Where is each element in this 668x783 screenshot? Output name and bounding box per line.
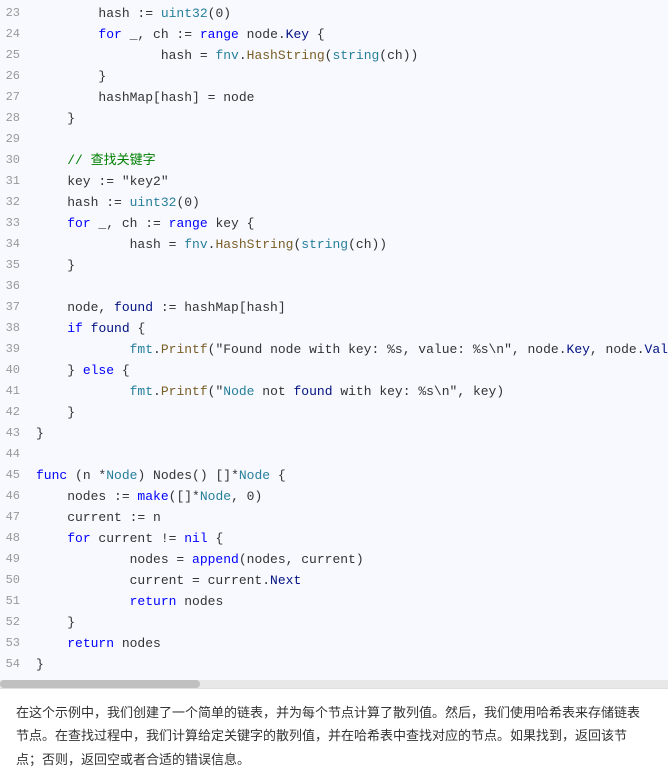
line-code: nodes = append(nodes, current) [36,550,660,571]
line-number: 50 [0,571,36,590]
line-code: } [36,109,660,130]
line-code: hash := uint32(0) [36,193,660,214]
line-number: 32 [0,193,36,212]
line-number: 27 [0,88,36,107]
line-code: // 查找关键字 [36,151,660,172]
scrollbar[interactable] [0,680,668,688]
line-number: 30 [0,151,36,170]
line-code: current = current.Next [36,571,660,592]
code-line: 46 nodes := make([]*Node, 0) [0,487,668,508]
line-number: 39 [0,340,36,359]
code-block: 23 hash := uint32(0)24 for _, ch := rang… [0,0,668,680]
code-line: 41 fmt.Printf("Node not found with key: … [0,382,668,403]
line-code: } [36,655,660,676]
code-line: 34 hash = fnv.HashString(string(ch)) [0,235,668,256]
code-line: 26 } [0,67,668,88]
line-number: 52 [0,613,36,632]
code-line: 30 // 查找关键字 [0,151,668,172]
line-code: } [36,424,660,445]
line-code: hashMap[hash] = node [36,88,660,109]
code-line: 24 for _, ch := range node.Key { [0,25,668,46]
line-number: 24 [0,25,36,44]
line-number: 54 [0,655,36,674]
line-code: return nodes [36,592,660,613]
line-code: fmt.Printf("Node not found with key: %s\… [36,382,660,403]
line-number: 38 [0,319,36,338]
code-line: 27 hashMap[hash] = node [0,88,668,109]
line-code: for current != nil { [36,529,660,550]
line-number: 28 [0,109,36,128]
line-code: return nodes [36,634,660,655]
line-code: } [36,67,660,88]
code-line: 40 } else { [0,361,668,382]
code-line: 53 return nodes [0,634,668,655]
code-line: 44 [0,445,668,466]
code-line: 38 if found { [0,319,668,340]
code-line: 37 node, found := hashMap[hash] [0,298,668,319]
line-number: 37 [0,298,36,317]
code-line: 35 } [0,256,668,277]
line-number: 26 [0,67,36,86]
line-number: 42 [0,403,36,422]
line-number: 40 [0,361,36,380]
line-code: if found { [36,319,660,340]
line-number: 53 [0,634,36,653]
line-code: hash := uint32(0) [36,4,660,25]
line-number: 41 [0,382,36,401]
line-number: 46 [0,487,36,506]
code-line: 51 return nodes [0,592,668,613]
line-number: 23 [0,4,36,23]
line-code: func (n *Node) Nodes() []*Node { [36,466,660,487]
line-code: fmt.Printf("Found node with key: %s, val… [36,340,668,361]
line-code: hash = fnv.HashString(string(ch)) [36,235,660,256]
line-code: } else { [36,361,660,382]
code-line: 25 hash = fnv.HashString(string(ch)) [0,46,668,67]
scrollbar-thumb[interactable] [0,680,200,688]
line-number: 25 [0,46,36,65]
line-code: for _, ch := range key { [36,214,660,235]
code-line: 45func (n *Node) Nodes() []*Node { [0,466,668,487]
line-code: } [36,256,660,277]
line-number: 48 [0,529,36,548]
line-number: 33 [0,214,36,233]
line-number: 44 [0,445,36,464]
code-container: 23 hash := uint32(0)24 for _, ch := rang… [0,0,668,688]
line-code: for _, ch := range node.Key { [36,25,660,46]
line-number: 43 [0,424,36,443]
line-code: nodes := make([]*Node, 0) [36,487,660,508]
code-line: 39 fmt.Printf("Found node with key: %s, … [0,340,668,361]
line-code: } [36,403,660,424]
line-number: 45 [0,466,36,485]
code-line: 48 for current != nil { [0,529,668,550]
code-line: 47 current := n [0,508,668,529]
line-number: 29 [0,130,36,149]
line-number: 51 [0,592,36,611]
line-number: 35 [0,256,36,275]
code-line: 32 hash := uint32(0) [0,193,668,214]
code-line: 43} [0,424,668,445]
line-number: 34 [0,235,36,254]
line-number: 36 [0,277,36,296]
line-code: hash = fnv.HashString(string(ch)) [36,46,660,67]
line-code: } [36,613,660,634]
code-line: 52 } [0,613,668,634]
code-line: 54} [0,655,668,676]
line-number: 47 [0,508,36,527]
code-line: 31 key := "key2" [0,172,668,193]
code-line: 28 } [0,109,668,130]
code-line: 50 current = current.Next [0,571,668,592]
code-line: 33 for _, ch := range key { [0,214,668,235]
code-line: 42 } [0,403,668,424]
line-number: 31 [0,172,36,191]
code-line: 36 [0,277,668,298]
line-code: node, found := hashMap[hash] [36,298,660,319]
code-line: 49 nodes = append(nodes, current) [0,550,668,571]
code-line: 23 hash := uint32(0) [0,4,668,25]
line-number: 49 [0,550,36,569]
line-code: key := "key2" [36,172,660,193]
line-code: current := n [36,508,660,529]
code-line: 29 [0,130,668,151]
